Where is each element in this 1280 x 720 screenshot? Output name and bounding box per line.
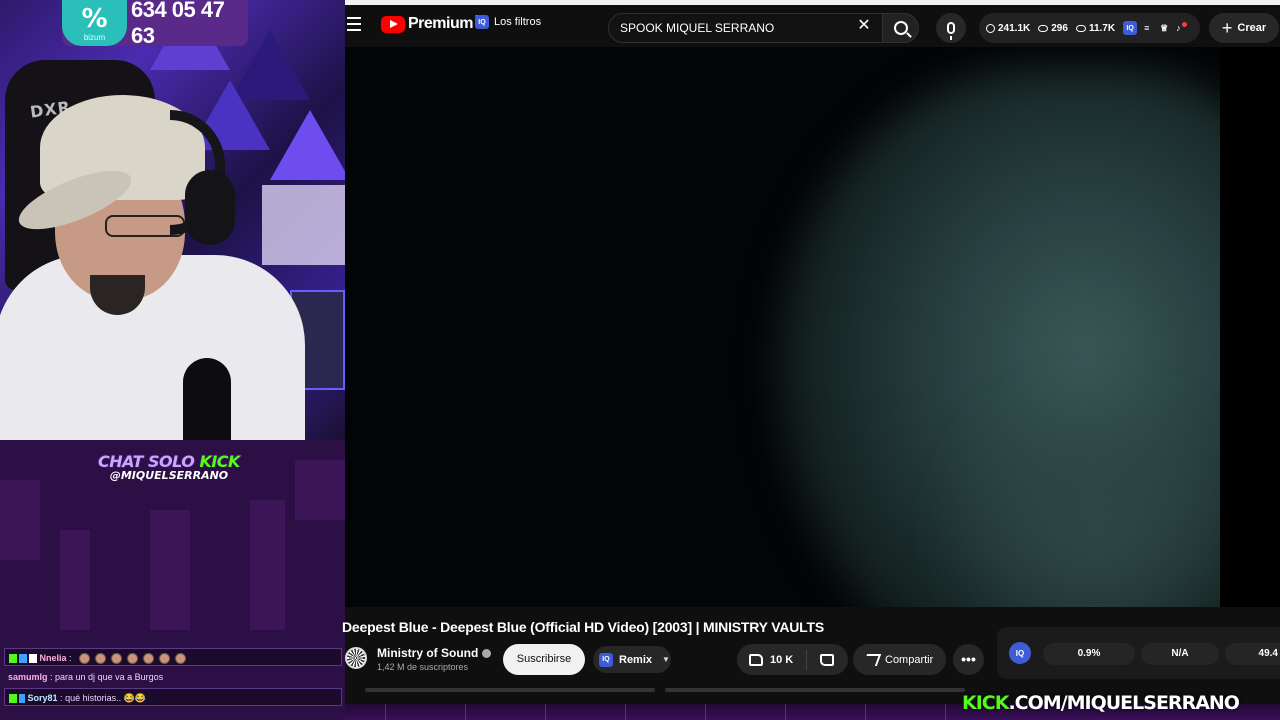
menu-icon[interactable] xyxy=(347,17,361,31)
channel-avatar[interactable] xyxy=(345,647,367,669)
channel-name[interactable]: Ministry of Sound xyxy=(377,646,492,660)
clear-search-icon[interactable]: ✕ xyxy=(855,17,873,35)
bizum-label: bizum xyxy=(83,33,106,42)
chat-username: Nnelia xyxy=(39,653,67,663)
more-actions-button[interactable]: ••• xyxy=(953,644,984,675)
letterbox xyxy=(1220,47,1280,607)
like-button[interactable]: 10 K xyxy=(737,649,807,670)
voice-search-button[interactable] xyxy=(936,13,966,43)
iq-stat: 0.9% xyxy=(1043,643,1135,665)
chat-text: qué historias.. 😂😂 xyxy=(62,693,147,703)
iq-icon: IQ xyxy=(599,652,613,667)
video-frame xyxy=(345,47,1220,607)
list-icon[interactable]: ≡ xyxy=(1144,23,1153,33)
stream-overlay: DXR % bizum 634 05 47 63 CHAT SOLO KICK … xyxy=(0,0,345,720)
notification-bell-icon[interactable]: ♪ xyxy=(1176,21,1188,33)
iq-logo-icon[interactable]: IQ xyxy=(1009,642,1031,664)
like-dislike-group: 10 K xyxy=(737,644,848,675)
user-badges-icon xyxy=(9,654,37,664)
create-label: Crear xyxy=(1237,22,1267,34)
masthead: Premium DE IQ Los filtros SPOOK MIQUEL S… xyxy=(345,5,1280,47)
iq-icon[interactable]: IQ xyxy=(1123,21,1138,35)
iq-stats-panel: IQ 0.9% N/A 49.4 xyxy=(997,627,1280,679)
kick-brand: KICK xyxy=(962,692,1009,714)
bizum-phone: 634 05 47 63 xyxy=(130,0,225,48)
stats-extension[interactable]: 241.1K 296 11.7K IQ ≡ ♕ ♪ xyxy=(979,13,1200,43)
emote-icon xyxy=(159,653,171,665)
filters-button[interactable]: IQ Los filtros xyxy=(475,15,541,29)
share-label: Compartir xyxy=(885,653,934,666)
chat-messages: Nnelia : samumlg : para un dj que va a B… xyxy=(4,648,342,708)
microphone xyxy=(183,358,231,440)
share-button[interactable]: Compartir xyxy=(853,644,946,675)
remix-button[interactable]: IQ Remix ▼ xyxy=(593,646,671,673)
emote-icon xyxy=(95,653,107,665)
chat-only-kick-logo: CHAT SOLO KICK @MIQUELSERRANO xyxy=(84,452,254,490)
youtube-premium-logo[interactable]: Premium DE xyxy=(381,15,485,33)
subscribe-button[interactable]: Suscribirse xyxy=(503,644,585,675)
views-total-stat: 11.7K xyxy=(1088,22,1116,34)
user-badges-icon xyxy=(9,694,25,704)
emote-icon xyxy=(175,653,187,665)
trophy-icon[interactable]: ♕ xyxy=(1160,23,1169,33)
microphone-icon xyxy=(947,22,955,40)
shelf xyxy=(262,185,345,265)
youtube-window: Premium DE IQ Los filtros SPOOK MIQUEL S… xyxy=(342,0,1280,720)
search-button[interactable] xyxy=(883,13,919,43)
kick-url-path: .COM/MIQUELSERRANO xyxy=(1008,692,1239,714)
create-button[interactable]: + Crear xyxy=(1209,13,1279,43)
iq-stat: 49.4 xyxy=(1225,643,1280,665)
channel-name-text: Ministry of Sound xyxy=(377,646,479,660)
bizum-icon: % xyxy=(81,4,108,34)
logo-text: Premium xyxy=(408,15,473,32)
bizum-logo: % bizum xyxy=(62,0,127,46)
video-title: Deepest Blue - Deepest Blue (Official HD… xyxy=(342,619,824,635)
chat-message: Nnelia : xyxy=(4,648,342,666)
remix-label: Remix xyxy=(619,653,653,666)
verified-icon xyxy=(482,649,492,659)
eye-icon xyxy=(1038,24,1049,32)
iq-extension-icon: IQ xyxy=(475,15,489,29)
clock-icon xyxy=(986,23,995,33)
search-input[interactable]: SPOOK MIQUEL SERRANO xyxy=(608,13,883,43)
like-count: 10 K xyxy=(770,653,794,666)
thumbs-up-icon xyxy=(749,653,763,666)
subscriber-count: 1,42 M de suscriptores xyxy=(377,662,469,672)
emote-icon xyxy=(79,653,91,665)
eye-icon xyxy=(1075,24,1086,32)
thumbs-down-icon xyxy=(820,653,834,666)
kick-channel-url: KICK.COM/MIQUELSERRANO xyxy=(962,692,1240,714)
watch-time-stat: 241.1K xyxy=(998,22,1031,34)
emote-icon xyxy=(143,653,155,665)
chat-message: Sory81 : qué historias.. 😂😂 xyxy=(4,688,342,706)
chat-separator: : xyxy=(66,653,72,663)
emote-icon xyxy=(127,653,139,665)
iq-stat: N/A xyxy=(1141,643,1219,665)
views-stat: 296 xyxy=(1051,22,1068,34)
chat-username: Sory81 xyxy=(27,693,58,703)
headset-earcup xyxy=(185,170,235,245)
chat-text: para un dj que va a Burgos xyxy=(52,672,164,682)
webcam-feed: DXR xyxy=(0,0,345,440)
dislike-button[interactable] xyxy=(807,653,847,666)
bizum-banner: % bizum 634 05 47 63 xyxy=(62,0,248,48)
chat-username: samumlg xyxy=(8,672,48,682)
filters-label: Los filtros xyxy=(494,16,542,28)
emote-icon xyxy=(111,653,123,665)
video-player[interactable] xyxy=(345,47,1280,607)
chat-message: samumlg : para un dj que va a Burgos xyxy=(4,668,342,686)
plus-icon: + xyxy=(1221,18,1233,38)
chevron-down-icon: ▼ xyxy=(662,655,670,664)
share-icon xyxy=(862,653,882,666)
search-icon xyxy=(893,21,908,35)
search-value: SPOOK MIQUEL SERRANO xyxy=(620,21,775,35)
youtube-play-icon xyxy=(381,15,405,33)
